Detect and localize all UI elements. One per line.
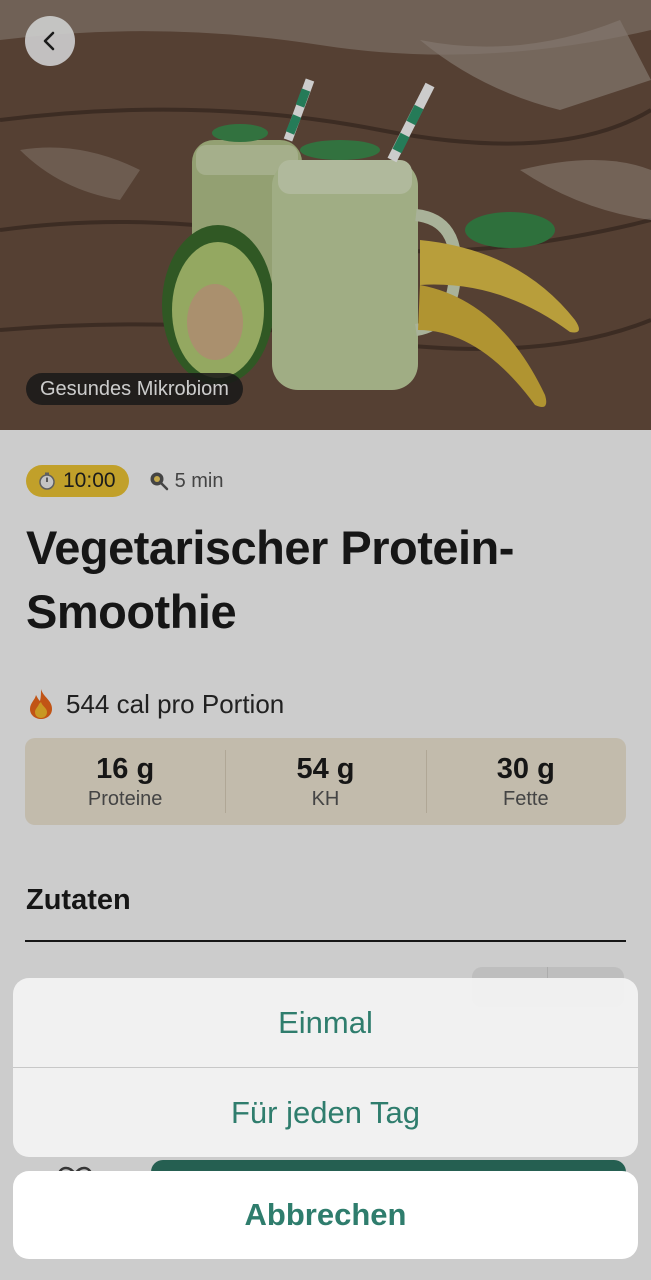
cancel-button[interactable]: Abbrechen bbox=[13, 1171, 638, 1259]
action-sheet-options: Einmal Für jeden Tag bbox=[13, 978, 638, 1157]
option-daily-button[interactable]: Für jeden Tag bbox=[13, 1068, 638, 1157]
option-once-button[interactable]: Einmal bbox=[13, 978, 638, 1067]
